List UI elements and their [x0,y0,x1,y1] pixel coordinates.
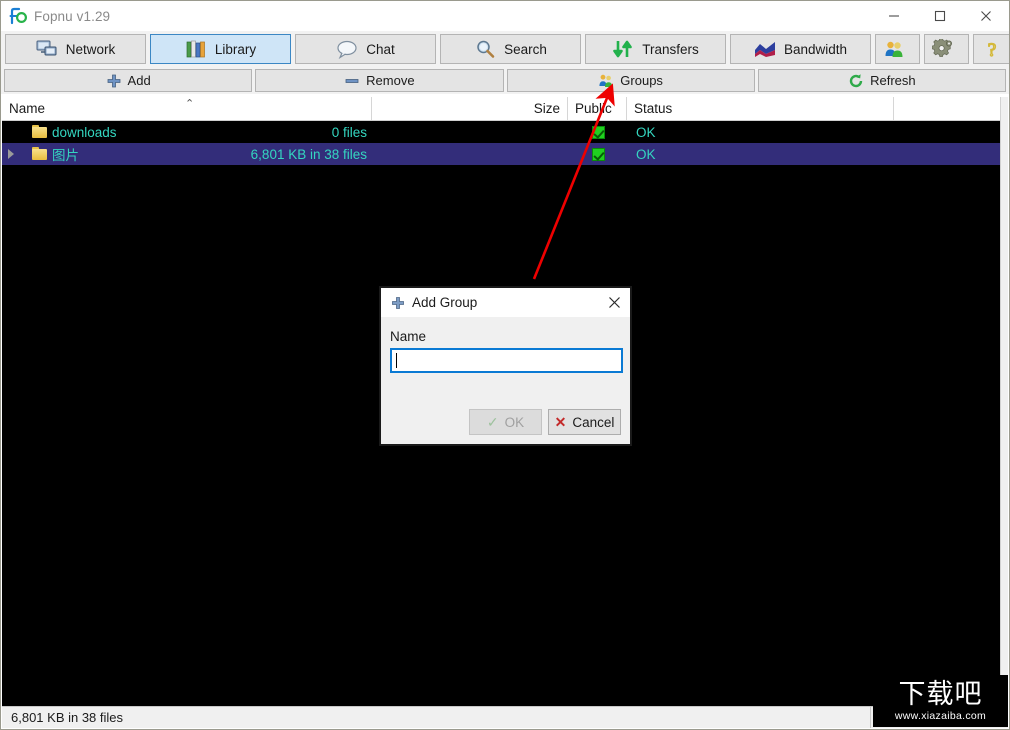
column-header-status[interactable]: Status [627,97,894,120]
refresh-button[interactable]: Refresh [757,69,1006,92]
ok-button-label: OK [504,414,525,430]
tab-library-label: Library [214,41,257,57]
column-header-public-label: Public [575,101,612,116]
minimize-icon[interactable] [871,1,917,31]
watermark-cn-text: 下载吧 [898,678,983,710]
watermark-url-text: www.xiazaiba.com [894,709,987,722]
groups-button[interactable]: Groups [506,69,755,92]
plus-icon [391,296,405,310]
table-row[interactable]: downloads 0 files OK [2,121,1008,143]
users-icon [883,39,905,59]
library-action-bar: Add Remove Groups Refresh [1,67,1009,94]
column-header-size[interactable]: Size [372,97,568,120]
title-bar: Fopnu v1.29 [1,1,1009,31]
network-computer-icon [36,39,58,59]
cancel-button[interactable]: ✕ Cancel [548,409,621,435]
dialog-title-bar: Add Group [381,288,630,317]
vertical-scrollbar[interactable] [1000,97,1008,707]
bandwidth-graph-icon [754,39,776,59]
watermark: 下载吧 www.xiazaiba.com [873,675,1008,727]
public-checkbox-icon[interactable] [591,147,605,161]
add-button[interactable]: Add [4,69,253,92]
maximize-icon[interactable] [917,1,963,31]
tab-library[interactable]: Library [150,34,291,64]
fopnu-window: Fopnu v1.29 Network Library Chat Search … [0,0,1010,730]
window-title: Fopnu v1.29 [34,8,111,24]
column-header-filler [894,97,1008,120]
add-group-dialog: Add Group Name ✓ OK ✕ Cancel [379,286,632,446]
tab-transfers[interactable]: Transfers [585,34,726,64]
tab-search-label: Search [504,41,547,57]
groups-button-label: Groups [620,73,663,88]
fopnu-logo-icon [8,6,28,26]
up-down-arrows-icon [612,39,634,59]
tab-users[interactable] [875,34,920,64]
refresh-button-label: Refresh [870,73,916,88]
text-cursor [396,353,397,368]
tab-bandwidth-label: Bandwidth [783,41,848,57]
cancel-button-label: Cancel [572,414,615,430]
row-public[interactable] [569,121,627,143]
minus-icon [344,73,360,89]
remove-button[interactable]: Remove [255,69,504,92]
check-icon: ✓ [486,413,499,430]
dialog-body: Name [381,317,630,373]
tab-settings[interactable] [924,34,969,64]
tab-network[interactable]: Network [5,34,146,64]
gear-icon [931,38,954,59]
file-list-header: Name ⌃ Size Public Status [2,97,1008,121]
name-input[interactable] [390,348,623,373]
tab-chat[interactable]: Chat [295,34,436,64]
column-header-name-label: Name [9,101,46,116]
question-mark-icon: ? [981,39,1003,61]
close-icon[interactable] [598,288,630,317]
ok-button[interactable]: ✓ OK [469,409,542,435]
groups-icon [598,73,614,89]
row-status: OK [636,124,656,140]
status-bar-text: 6,801 KB in 38 files [11,710,124,725]
tab-help[interactable]: ? [973,34,1009,64]
table-row[interactable]: 图片 6,801 KB in 38 files OK [2,143,1008,165]
sort-ascending-icon: ⌃ [185,98,195,110]
tab-search[interactable]: Search [440,34,581,64]
column-header-name[interactable]: Name ⌃ [2,97,372,120]
public-checkbox-icon[interactable] [591,125,605,139]
dialog-footer: ✓ OK ✕ Cancel [381,409,630,435]
tab-transfers-label: Transfers [642,41,699,57]
folder-icon [32,125,47,138]
main-tab-bar: Network Library Chat Search Transfers Ba… [1,31,1009,67]
refresh-icon [848,73,864,89]
row-name: downloads [52,124,117,140]
status-bar-divider [870,707,871,728]
column-header-status-label: Status [634,101,673,116]
status-bar: 6,801 KB in 38 files [2,706,1008,728]
folder-icon [32,147,47,160]
svg-text:?: ? [987,40,995,59]
add-button-label: Add [127,73,151,88]
speech-bubble-icon [336,39,358,60]
row-size: 6,801 KB in 38 files [250,146,367,162]
column-header-size-label: Size [533,101,560,116]
close-icon[interactable] [963,1,1009,31]
column-header-public[interactable]: Public [568,97,627,120]
tab-network-label: Network [65,41,116,57]
tab-chat-label: Chat [366,41,395,57]
plus-icon [106,73,122,89]
x-icon: ✕ [554,413,567,430]
dialog-title: Add Group [412,295,478,310]
row-size: 0 files [331,124,367,140]
name-field-label: Name [390,329,427,344]
row-name: 图片 [52,148,79,163]
row-status: OK [636,146,656,162]
remove-button-label: Remove [366,73,415,88]
expand-triangle-icon[interactable] [8,149,14,159]
tab-bandwidth[interactable]: Bandwidth [730,34,871,64]
books-icon [185,39,207,59]
window-controls [871,1,1009,31]
row-public[interactable] [569,143,627,165]
magnifier-icon [474,39,496,59]
